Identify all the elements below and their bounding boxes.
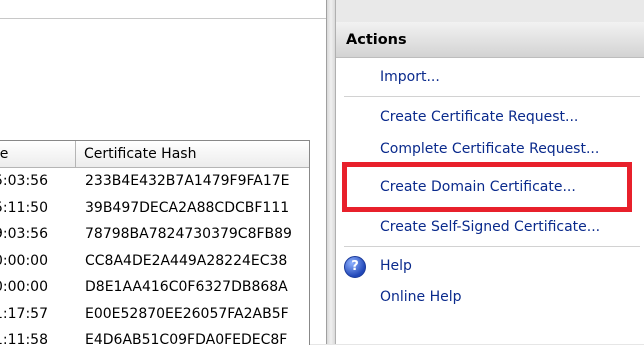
list-header: ce Certificate Hash [0,141,309,168]
column-header-certificate-hash[interactable]: Certificate Hash [76,141,309,167]
hash-cell: CC8A4DE2A449A28224EC38 [85,252,288,269]
separator [344,96,640,97]
hash-cell: E00E52870EE26057FA2AB5F [85,305,289,322]
expiration-cell: 1:17:57 [0,305,48,322]
expiration-cell: 0:00:00 [0,279,48,295]
complete-certificate-request-link[interactable]: Complete Certificate Request... [380,138,599,160]
certificates-list[interactable]: ce Certificate Hash 5:03:56 233B4E432B7A… [0,140,310,345]
column-header-expiration[interactable]: ce [0,141,76,167]
help-icon[interactable]: ? [344,256,366,278]
expiration-cell: 0:00:00 [0,252,48,269]
actions-top-strip [336,0,644,22]
pane-divider [0,18,326,19]
table-row[interactable]: 1:11:58 E4D6AB51C09FDA0FEDEC8F [0,327,309,345]
expiration-cell: 9:03:56 [0,226,48,242]
expiration-cell: 5:03:56 [0,173,48,189]
table-row[interactable]: 5:03:56 233B4E432B7A1479F9FA17E [0,168,309,195]
hash-cell: 233B4E432B7A1479F9FA17E [85,173,290,189]
online-help-link[interactable]: Online Help [380,286,462,308]
separator [344,246,640,247]
expiration-cell: 1:11:58 [0,332,48,345]
create-self-signed-certificate-link[interactable]: Create Self-Signed Certificate... [380,216,600,238]
create-certificate-request-link[interactable]: Create Certificate Request... [380,106,578,128]
table-row[interactable]: 5:11:50 39B497DECA2A88CDCBF111 [0,195,309,222]
table-row[interactable]: 9:03:56 78798BA7824730379C8FB89 [0,221,309,248]
hash-cell: E4D6AB51C09FDA0FEDEC8F [85,332,288,345]
table-row[interactable]: 0:00:00 CC8A4DE2A449A28224EC38 [0,248,309,275]
table-row[interactable]: 0:00:00 D8E1AA416C0F6327DB868A [0,274,309,301]
actions-pane: Actions Import... Create Certificate Req… [335,0,644,344]
help-link[interactable]: Help [380,255,412,277]
actions-title: Actions [336,22,644,58]
hash-cell: D8E1AA416C0F6327DB868A [85,279,288,295]
certificates-pane: ce Certificate Hash 5:03:56 233B4E432B7A… [0,0,327,345]
create-domain-certificate-link[interactable]: Create Domain Certificate... [380,176,576,198]
expiration-cell: 5:11:50 [0,199,48,216]
splitter[interactable] [327,0,335,344]
hash-cell: 78798BA7824730379C8FB89 [85,226,292,242]
hash-cell: 39B497DECA2A88CDCBF111 [85,199,290,216]
table-row[interactable]: 1:17:57 E00E52870EE26057FA2AB5F [0,301,309,328]
import-link[interactable]: Import... [380,66,440,88]
